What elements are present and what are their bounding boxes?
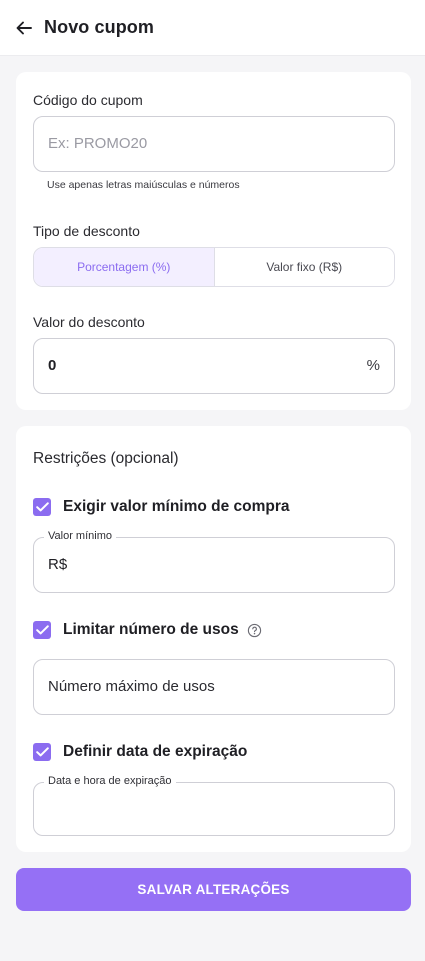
coupon-code-hint: Use apenas letras maiúsculas e números [47, 179, 240, 191]
expiration-datetime-input[interactable]: Data e hora de expiração [33, 775, 395, 836]
usage-limit-label: Limitar número de usos [63, 621, 239, 638]
min-value-field-label: Valor mínimo [44, 530, 116, 542]
min-purchase-checkbox-row[interactable]: Exigir valor mínimo de compra [33, 498, 290, 516]
discount-value-label: Valor do desconto [33, 314, 145, 330]
discount-type-toggle: Porcentagem (%) Valor fixo (R$) [33, 247, 395, 287]
expiration-field-label: Data e hora de expiração [44, 775, 176, 787]
back-arrow-icon[interactable] [16, 20, 34, 36]
restrictions-card: Restrições (opcional) Exigir valor mínim… [16, 426, 411, 852]
percent-suffix: % [366, 357, 380, 374]
discount-type-label: Tipo de desconto [33, 223, 140, 239]
discount-type-fixed-button[interactable]: Valor fixo (R$) [214, 248, 394, 286]
help-circle-icon[interactable] [247, 623, 262, 638]
min-value-input[interactable]: Valor mínimo R$ [33, 530, 395, 593]
min-purchase-checkbox[interactable] [33, 498, 51, 516]
discount-value-text: 0 [48, 357, 57, 374]
coupon-code-label: Código do cupom [33, 92, 143, 108]
usage-limit-checkbox[interactable] [33, 621, 51, 639]
discount-value-input[interactable]: 0 % [33, 338, 395, 394]
currency-prefix: R$ [48, 556, 68, 573]
save-changes-button[interactable]: SALVAR ALTERAÇÕES [16, 868, 411, 911]
expiration-label: Definir data de expiração [63, 743, 248, 760]
coupon-code-input[interactable]: Ex: PROMO20 [33, 116, 395, 172]
discount-type-percentage-button[interactable]: Porcentagem (%) [34, 248, 215, 286]
expiration-checkbox-row[interactable]: Definir data de expiração [33, 743, 247, 761]
restrictions-title: Restrições (opcional) [33, 450, 179, 467]
usage-limit-checkbox-row[interactable]: Limitar número de usos [33, 621, 262, 639]
coupon-code-placeholder: Ex: PROMO20 [48, 135, 148, 152]
app-bar: Novo cupom [0, 0, 425, 56]
max-uses-input[interactable]: Número máximo de usos [33, 659, 395, 715]
coupon-details-card: Código do cupom Ex: PROMO20 Use apenas l… [16, 72, 411, 410]
max-uses-placeholder: Número máximo de usos [48, 678, 215, 695]
expiration-checkbox[interactable] [33, 743, 51, 761]
page-title: Novo cupom [44, 17, 155, 37]
min-purchase-label: Exigir valor mínimo de compra [63, 498, 290, 515]
